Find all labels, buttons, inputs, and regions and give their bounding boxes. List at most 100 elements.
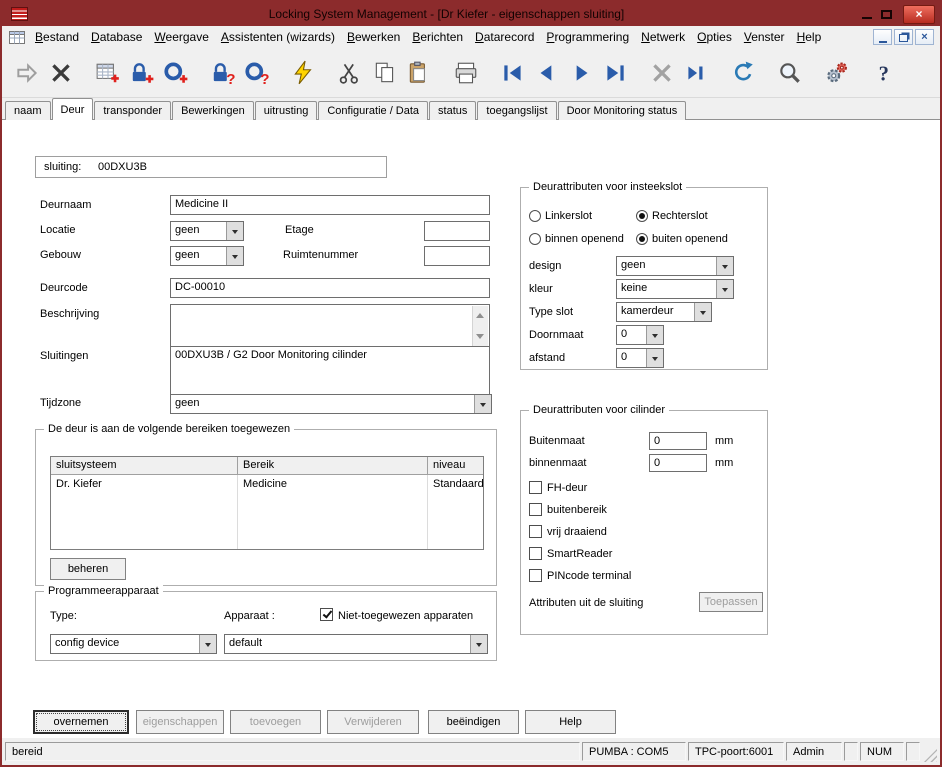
menu-weergave[interactable]: Weergave [148,27,214,47]
menu-assistenten[interactable]: Assistenten (wizards) [215,27,341,47]
kleur-dropdown[interactable]: keine [616,279,734,299]
last-record-button[interactable] [600,58,630,88]
apparaat-dropdown-arrow-icon[interactable] [470,635,487,653]
maximize-button[interactable] [881,10,892,19]
niet-toegewezen-checkbox[interactable] [320,608,333,621]
tab-transponder[interactable]: transponder [94,101,171,120]
tab-deur[interactable]: Deur [52,98,94,120]
menu-database[interactable]: Database [85,27,148,47]
menu-netwerk[interactable]: Netwerk [635,27,691,47]
smartreader-checkbox[interactable] [529,547,542,560]
design-dropdown-arrow-icon[interactable] [716,257,733,275]
buiten-openend-radio[interactable] [636,233,648,245]
minimize-button[interactable] [861,9,873,20]
afstand-dropdown[interactable]: 0 [616,348,664,368]
mdi-close-button[interactable]: × [915,29,934,45]
column-header-sluitsysteem[interactable]: sluitsysteem [51,457,238,474]
read-lock-button[interactable]: ? [208,58,238,88]
buitenbereik-checkbox[interactable] [529,503,542,516]
type-dropdown-arrow-icon[interactable] [199,635,216,653]
toepassen-button[interactable]: Toepassen [699,592,763,612]
eigenschappen-button[interactable]: eigenschappen [136,710,224,734]
tab-door-monitoring-status[interactable]: Door Monitoring status [558,101,687,120]
apparaat-dropdown[interactable]: default [224,634,488,654]
design-dropdown[interactable]: geen [616,256,734,276]
beschrijving-textarea[interactable] [170,304,490,348]
mdi-minimize-button[interactable] [873,29,892,45]
binnenmaat-input[interactable]: 0 [649,454,707,472]
help-footer-button[interactable]: Help [525,710,616,734]
delete-record-button[interactable] [647,58,677,88]
copy-button[interactable] [370,58,400,88]
beheren-button[interactable]: beheren [50,558,126,580]
tijdzone-dropdown-arrow-icon[interactable] [474,395,491,413]
program-flash-button[interactable] [289,58,319,88]
menu-bestand[interactable]: Bestand [29,27,85,47]
add-lock-button[interactable] [127,58,157,88]
menu-opties[interactable]: Opties [691,27,738,47]
tab-toegangslijst[interactable]: toegangslijst [477,101,556,120]
tab-naam[interactable]: naam [5,101,51,120]
refresh-button[interactable] [728,58,758,88]
menu-venster[interactable]: Venster [738,27,791,47]
tab-uitrusting[interactable]: uitrusting [255,101,318,120]
kleur-dropdown-arrow-icon[interactable] [716,280,733,298]
column-header-bereik[interactable]: Bereik [238,457,428,474]
verwijderen-button[interactable]: Verwijderen [327,710,419,734]
rechterslot-radio[interactable] [636,210,648,222]
close-button[interactable] [903,5,935,24]
menu-programmering[interactable]: Programmering [540,27,635,47]
child-system-menu-icon[interactable] [9,31,25,44]
etage-input[interactable] [424,221,490,241]
next-record-button[interactable] [566,58,596,88]
type-slot-dropdown-arrow-icon[interactable] [694,303,711,321]
type-dropdown[interactable]: config device [50,634,217,654]
tab-configuratie-data[interactable]: Configuratie / Data [318,101,428,120]
buitenmaat-input[interactable]: 0 [649,432,707,450]
beschrijving-scrollbar[interactable] [472,306,488,346]
search-button[interactable] [775,58,805,88]
previous-record-button[interactable] [532,58,562,88]
linkerslot-radio[interactable] [529,210,541,222]
help-button[interactable]: ? [869,58,899,88]
add-locking-system-button[interactable] [93,58,123,88]
first-record-button[interactable] [498,58,528,88]
ruimtenummer-input[interactable] [424,246,490,266]
locatie-dropdown[interactable]: geen [170,221,244,241]
fh-deur-checkbox[interactable] [529,481,542,494]
column-header-niveau[interactable]: niveau [428,457,483,474]
add-transponder-button[interactable] [161,58,191,88]
menu-datarecord[interactable]: Datarecord [469,27,540,47]
doornmaat-dropdown-arrow-icon[interactable] [646,326,663,344]
print-button[interactable] [451,58,481,88]
doornmaat-dropdown[interactable]: 0 [616,325,664,345]
goto-record-button[interactable] [681,58,711,88]
menu-help[interactable]: Help [791,27,828,47]
resize-grip[interactable] [924,749,937,762]
table-row[interactable]: Dr. Kiefer Medicine Standaard [51,477,483,491]
deurnaam-input[interactable]: Medicine II [170,195,490,215]
menu-berichten[interactable]: Berichten [406,27,469,47]
cut-button[interactable] [336,58,366,88]
tijdzone-dropdown[interactable]: geen [170,394,492,414]
vrij-draaiend-checkbox[interactable] [529,525,542,538]
tab-status[interactable]: status [429,101,476,120]
mdi-restore-button[interactable] [894,29,913,45]
beeindigen-button[interactable]: beëindigen [428,710,519,734]
locatie-dropdown-arrow-icon[interactable] [226,222,243,240]
type-slot-dropdown[interactable]: kamerdeur [616,302,712,322]
paste-button[interactable] [404,58,434,88]
gebouw-dropdown[interactable]: geen [170,246,244,266]
deurcode-input[interactable]: DC-00010 [170,278,490,298]
gebouw-dropdown-arrow-icon[interactable] [226,247,243,265]
cross-button[interactable] [46,58,76,88]
app-icon[interactable] [11,7,28,21]
read-transponder-button[interactable]: ? [242,58,272,88]
filter-settings-button[interactable] [822,58,852,88]
menu-bewerken[interactable]: Bewerken [341,27,406,47]
tab-bewerkingen[interactable]: Bewerkingen [172,101,254,120]
overnemen-button[interactable]: overnemen [33,710,129,734]
pincode-terminal-checkbox[interactable] [529,569,542,582]
afstand-dropdown-arrow-icon[interactable] [646,349,663,367]
toevoegen-button[interactable]: toevoegen [230,710,321,734]
